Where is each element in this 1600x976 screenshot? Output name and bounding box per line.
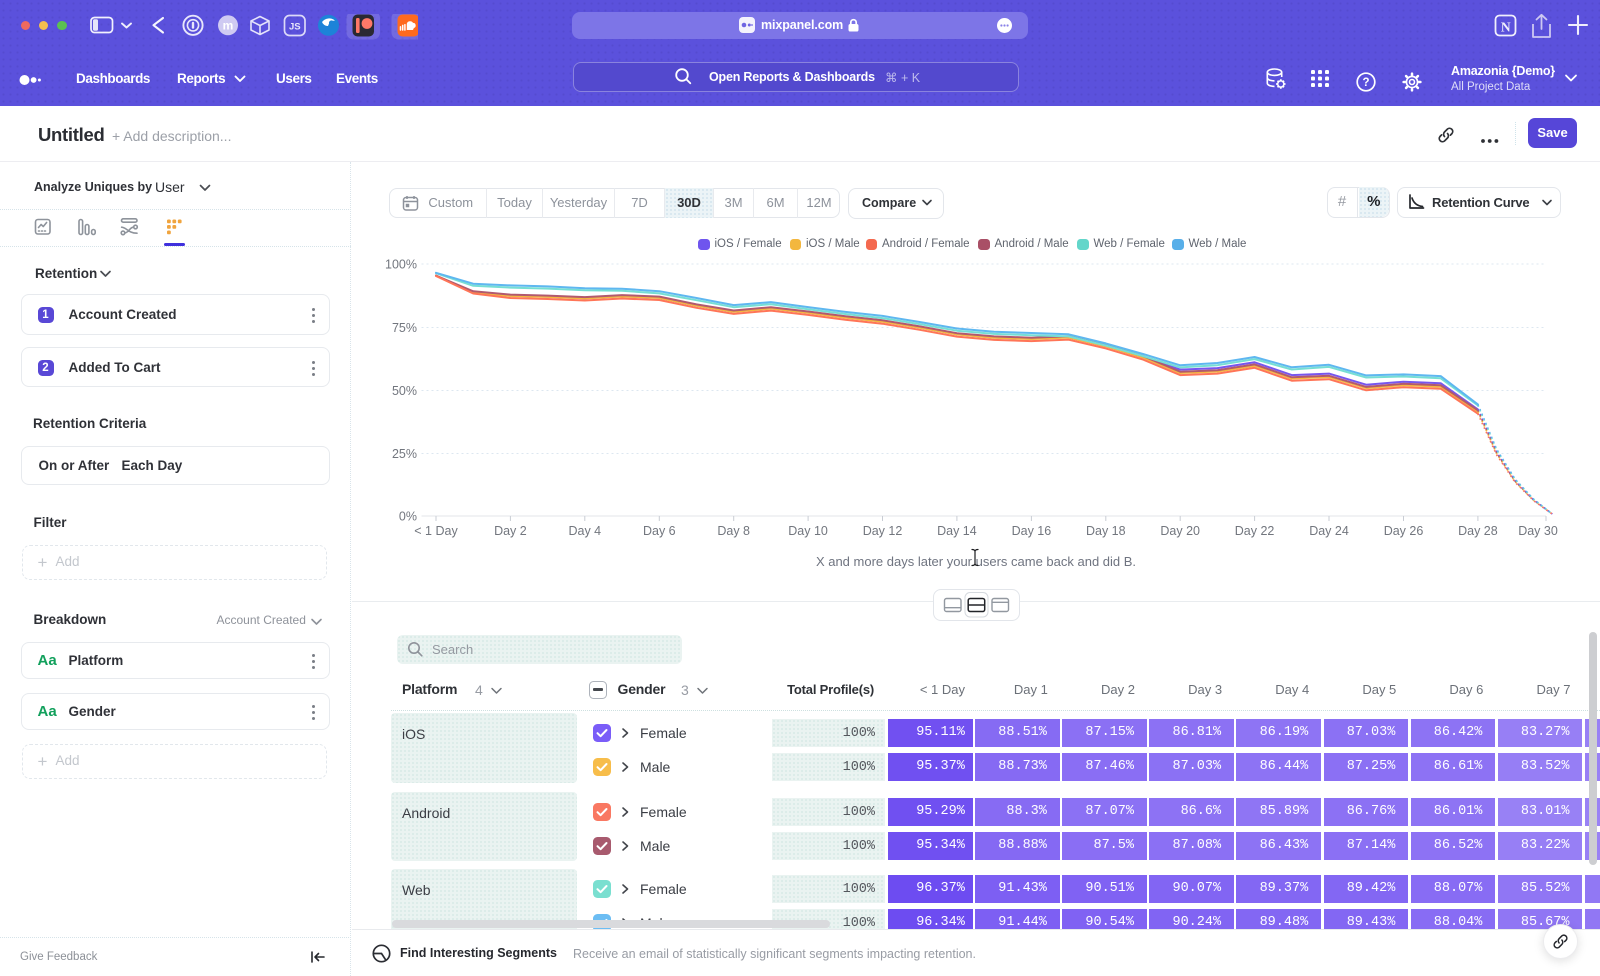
svg-text:50%: 50%	[392, 384, 417, 398]
svg-text:Day 14: Day 14	[937, 524, 977, 538]
svg-text:< 1 Day: < 1 Day	[414, 524, 458, 538]
svg-text:Day 6: Day 6	[643, 524, 676, 538]
svg-text:100%: 100%	[385, 258, 417, 272]
svg-text:Day 4: Day 4	[568, 524, 601, 538]
svg-text:Day 18: Day 18	[1086, 524, 1126, 538]
svg-text:Day 16: Day 16	[1012, 524, 1052, 538]
svg-text:Day 24: Day 24	[1309, 524, 1349, 538]
svg-text:Day 28: Day 28	[1458, 524, 1498, 538]
svg-text:Day 8: Day 8	[717, 524, 750, 538]
svg-text:0%: 0%	[399, 510, 417, 524]
svg-text:Day 12: Day 12	[863, 524, 903, 538]
svg-text:Day 30: Day 30	[1518, 524, 1558, 538]
svg-text:25%: 25%	[392, 447, 417, 461]
svg-text:Day 26: Day 26	[1384, 524, 1424, 538]
svg-text:Day 10: Day 10	[788, 524, 828, 538]
svg-text:Day 20: Day 20	[1160, 524, 1200, 538]
svg-text:Day 2: Day 2	[494, 524, 527, 538]
svg-text:75%: 75%	[392, 321, 417, 335]
svg-text:Day 22: Day 22	[1235, 524, 1275, 538]
